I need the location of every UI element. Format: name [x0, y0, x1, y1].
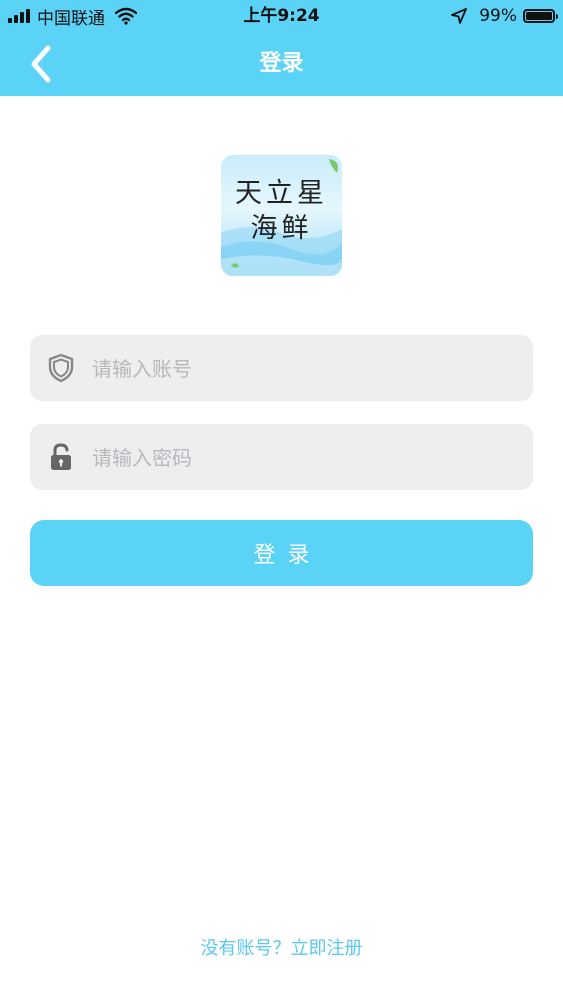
- status-bar: 中国联通 上午9:24 99%: [0, 0, 563, 32]
- unlock-icon: [51, 443, 71, 470]
- app-logo: 天立星 海鲜: [221, 155, 342, 276]
- battery-percent: 99%: [479, 6, 517, 26]
- nav-bar: 登录: [0, 32, 563, 96]
- location-arrow-icon: [451, 8, 468, 24]
- account-field: [30, 335, 533, 403]
- password-field: [30, 424, 533, 492]
- login-button[interactable]: 登录: [30, 520, 533, 586]
- page-title: 登录: [259, 51, 304, 76]
- password-input[interactable]: [90, 424, 514, 492]
- header: 中国联通 上午9:24 99% 登录: [0, 0, 563, 96]
- logo-text-line1: 天立星: [235, 178, 328, 209]
- register-link[interactable]: 没有账号？立即注册: [0, 934, 563, 960]
- shield-icon: [48, 353, 74, 383]
- account-input[interactable]: [90, 335, 514, 403]
- status-right: 99%: [451, 4, 558, 28]
- battery-level: [526, 12, 552, 20]
- battery-icon: [523, 9, 558, 23]
- logo-text-line2: 海鲜: [250, 213, 313, 244]
